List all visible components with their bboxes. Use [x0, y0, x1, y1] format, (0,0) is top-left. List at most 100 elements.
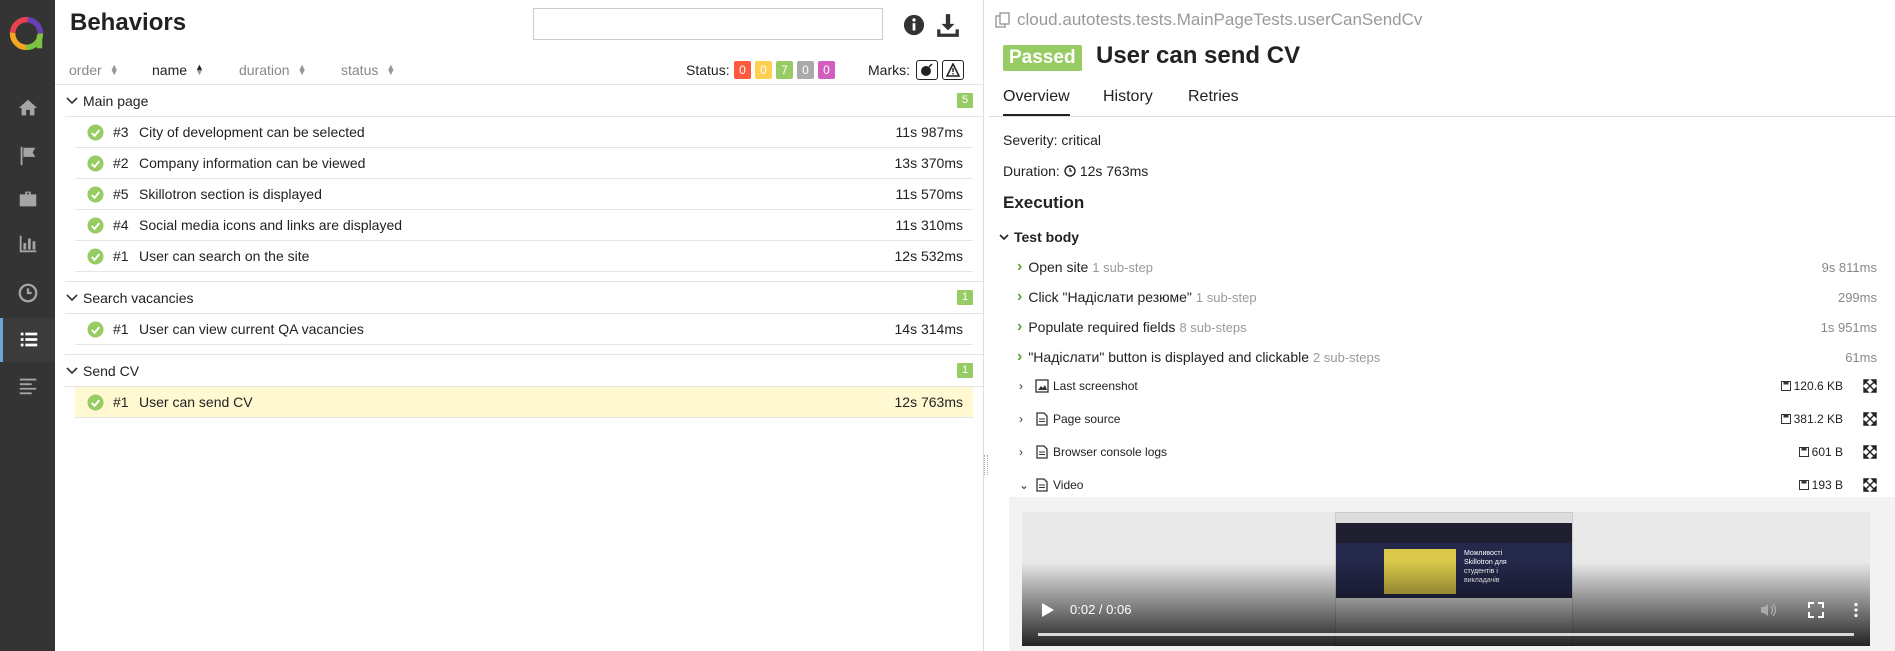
warning-icon — [946, 63, 960, 77]
status-badge-failed[interactable]: 0 — [734, 61, 751, 79]
test-body-toggle[interactable]: Test body — [998, 229, 1079, 245]
search-input[interactable] — [533, 8, 883, 40]
attachment-item[interactable]: › Last screenshot 120.6 KB — [1019, 375, 1881, 397]
download-icon[interactable] — [935, 12, 961, 38]
row-name: User can search on the site — [139, 248, 310, 264]
allure-logo-icon[interactable] — [8, 15, 45, 52]
tab-overview[interactable]: Overview — [1003, 88, 1070, 116]
sidebar-item-timeline[interactable] — [0, 271, 55, 315]
step-item[interactable]: › Click "Надіслати резюме" 1 sub-step 29… — [1017, 284, 1885, 310]
sort-name[interactable]: name ▲ ▼ — [152, 62, 204, 78]
briefcase-icon — [19, 191, 36, 207]
attachment-item[interactable]: › Browser console logs 601 B — [1019, 441, 1881, 463]
attachment-name: Last screenshot — [1053, 379, 1138, 393]
attachment-size-text: 120.6 KB — [1793, 379, 1843, 393]
table-row[interactable]: #4 Social media icons and links are disp… — [75, 210, 973, 241]
status-badge-unknown[interactable]: 0 — [818, 61, 835, 79]
table-row[interactable]: #3 City of development can be selected 1… — [75, 117, 973, 148]
info-icon[interactable] — [903, 14, 925, 36]
sidebar-item-behaviors[interactable] — [0, 318, 55, 362]
row-duration: 11s 987ms — [895, 124, 963, 140]
expand-icon[interactable] — [1863, 412, 1877, 426]
sidebar-item-suites[interactable] — [0, 177, 55, 221]
video-attachment: Можливості Skillotron для студентів і ви… — [1009, 497, 1895, 651]
sort-duration[interactable]: duration ▲ ▼ — [239, 62, 307, 78]
chevron-right-icon: › — [1017, 258, 1023, 275]
sidebar-item-overview[interactable] — [0, 86, 55, 130]
tab-history[interactable]: History — [1103, 88, 1153, 106]
chevron-right-icon: › — [1019, 445, 1023, 459]
video-progress-bar[interactable] — [1038, 633, 1854, 636]
play-icon[interactable] — [1042, 603, 1054, 617]
test-full-name[interactable]: cloud.autotests.tests.MainPageTests.user… — [995, 10, 1422, 30]
bomb-icon — [921, 63, 933, 76]
mark-flaky-button[interactable] — [916, 60, 938, 80]
table-row[interactable]: #1 User can view current QA vacancies 14… — [75, 314, 973, 345]
table-row[interactable]: #1 User can search on the site 12s 532ms — [75, 241, 973, 272]
group-main-page[interactable]: Main page 5 — [65, 88, 973, 114]
expand-icon[interactable] — [1863, 478, 1877, 492]
more-options-icon[interactable] — [1848, 602, 1864, 618]
attachment-size-text: 381.2 KB — [1793, 412, 1843, 426]
row-name: Company information can be viewed — [139, 155, 366, 171]
attachment-name: Browser console logs — [1053, 445, 1168, 459]
group-search-vacancies[interactable]: Search vacancies 1 — [65, 285, 973, 311]
status-badge-broken[interactable]: 0 — [755, 61, 772, 79]
test-title: User can send CV — [1096, 42, 1301, 69]
table-row-selected[interactable]: #1 User can send CV 12s 763ms — [75, 387, 973, 418]
group-title: Main page — [83, 93, 149, 109]
sort-status[interactable]: status ▲ ▼ — [341, 62, 395, 78]
row-name: User can send CV — [139, 394, 253, 410]
attachment-name: Video — [1053, 478, 1084, 492]
fullscreen-icon[interactable] — [1808, 602, 1824, 618]
row-duration: 11s 570ms — [895, 186, 963, 202]
passed-check-icon — [87, 247, 104, 265]
mark-new-failed-button[interactable] — [942, 60, 964, 80]
sidebar-item-categories[interactable] — [0, 134, 55, 178]
attachment-item-video[interactable]: ⌄ Video 193 B — [1019, 474, 1881, 496]
tabs: Overview History Retries — [989, 82, 1895, 117]
step-substeps: 8 sub-steps — [1179, 319, 1247, 335]
attachment-item[interactable]: › Page source 381.2 KB — [1019, 408, 1881, 430]
sort-arrows-icon: ▲ ▼ — [195, 62, 204, 77]
duration-value: 12s 763ms — [1079, 163, 1149, 179]
row-duration: 11s 310ms — [895, 217, 963, 233]
chevron-down-icon — [66, 367, 78, 375]
video-player[interactable]: Можливості Skillotron для студентів і ви… — [1022, 512, 1870, 646]
sidebar-item-packages[interactable] — [0, 364, 55, 408]
clock-icon — [18, 283, 37, 303]
expand-icon[interactable] — [1863, 445, 1877, 459]
sidebar-item-graphs[interactable] — [0, 222, 55, 266]
splitter-grip[interactable] — [984, 455, 988, 475]
copy-icon[interactable] — [995, 12, 1011, 28]
status-badge-skipped[interactable]: 0 — [797, 61, 814, 79]
table-row[interactable]: #5 Skillotron section is displayed 11s 5… — [75, 179, 973, 210]
expand-icon[interactable] — [1863, 379, 1877, 393]
step-item[interactable]: › Open site 1 sub-step 9s 811ms — [1017, 254, 1885, 280]
row-duration: 13s 370ms — [894, 155, 963, 171]
sort-order-label: order — [69, 62, 102, 78]
group-send-cv[interactable]: Send CV 1 — [65, 358, 973, 384]
attachment-size: 381.2 KB — [1780, 412, 1843, 426]
step-name: Open site — [1028, 259, 1089, 275]
chevron-right-icon: › — [1019, 412, 1023, 426]
video-time: 0:02 / 0:06 — [1070, 602, 1132, 617]
step-name: Populate required fields — [1028, 319, 1176, 335]
step-item[interactable]: › Populate required fields 8 sub-steps 1… — [1017, 314, 1885, 340]
table-row[interactable]: #2 Company information can be viewed 13s… — [75, 148, 973, 179]
tab-retries[interactable]: Retries — [1188, 88, 1239, 106]
passed-check-icon — [87, 216, 104, 234]
step-item[interactable]: › "Надіслати" button is displayed and cl… — [1017, 344, 1885, 370]
status-badge-passed[interactable]: 7 — [776, 61, 793, 79]
home-icon — [18, 99, 37, 116]
clock-icon — [1064, 165, 1076, 177]
group-count-badge: 1 — [957, 363, 973, 378]
group-count-badge: 1 — [957, 290, 973, 305]
sort-bar: order ▲ ▼ name ▲ ▼ duration ▲ ▼ status ▲ ▼ Statu… — [55, 55, 983, 85]
passed-check-icon — [87, 154, 104, 172]
sort-status-label: status — [341, 62, 379, 78]
sort-order[interactable]: order ▲ ▼ — [69, 62, 119, 78]
volume-icon[interactable] — [1760, 602, 1776, 618]
save-icon — [1798, 480, 1809, 490]
row-duration: 12s 763ms — [894, 394, 963, 410]
